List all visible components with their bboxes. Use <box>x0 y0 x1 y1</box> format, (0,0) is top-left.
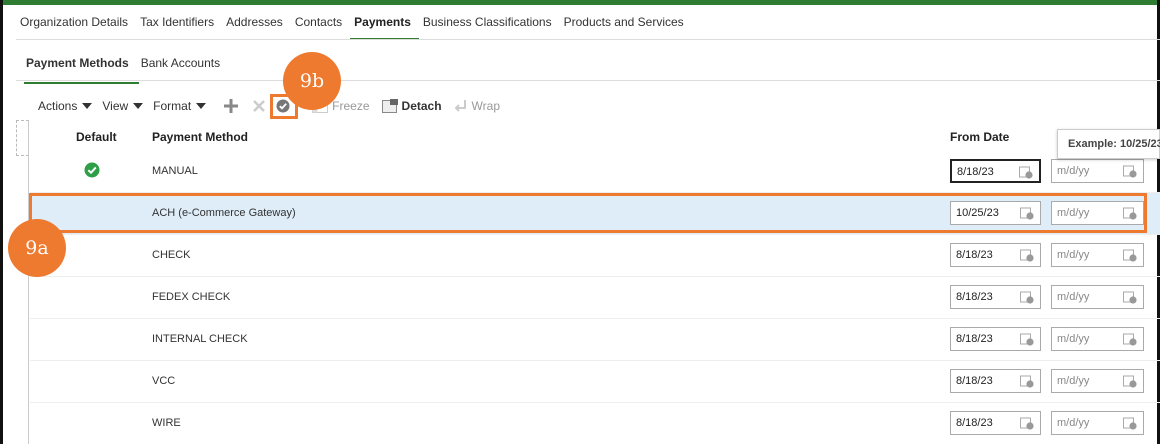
tab-organization-details[interactable]: Organization Details <box>16 12 136 40</box>
from-date-field[interactable]: 8/18/23 <box>950 327 1041 351</box>
wrap-button[interactable]: Wrap <box>454 99 500 113</box>
tooltip-text: Example: 10/25/23 <box>1068 138 1160 150</box>
calendar-icon[interactable] <box>1019 165 1033 179</box>
calendar-icon[interactable] <box>1123 374 1137 388</box>
wrap-label: Wrap <box>471 99 500 113</box>
wrap-icon <box>454 100 466 112</box>
tab-addresses[interactable]: Addresses <box>222 12 291 40</box>
from-date-value: 8/18/23 <box>956 375 993 387</box>
actions-menu[interactable]: Actions <box>38 99 93 113</box>
actions-menu-label: Actions <box>38 99 78 113</box>
to-date-placeholder: m/d/yy <box>1057 291 1090 303</box>
detach-button[interactable]: Detach <box>381 99 442 113</box>
payment-method-cell: CHECK <box>152 249 191 261</box>
callout-badge-9a: 9a <box>8 219 66 277</box>
payment-method-cell: VCC <box>152 375 176 387</box>
format-menu[interactable]: Format <box>153 99 207 113</box>
view-menu[interactable]: View <box>102 99 144 113</box>
default-check-icon <box>84 162 100 178</box>
from-date-value: 8/18/23 <box>956 417 993 429</box>
to-date-placeholder: m/d/yy <box>1057 249 1090 261</box>
to-date-field[interactable]: m/d/yy <box>1051 327 1144 351</box>
sub-tab-divider <box>16 80 1160 81</box>
tab-tax-identifiers[interactable]: Tax Identifiers <box>136 12 222 40</box>
from-date-value: 8/18/23 <box>956 291 993 303</box>
from-date-value: 8/18/23 <box>956 249 993 261</box>
tab-products-and-services[interactable]: Products and Services <box>560 12 692 40</box>
add-icon[interactable] <box>222 97 240 115</box>
calendar-icon[interactable] <box>1020 248 1034 262</box>
row-selector-column <box>16 120 29 444</box>
payment-method-cell: FEDEX CHECK <box>152 291 231 303</box>
callout-highlight-9a <box>29 193 1147 233</box>
tab-contacts[interactable]: Contacts <box>291 12 350 40</box>
calendar-icon[interactable] <box>1020 290 1034 304</box>
to-date-placeholder: m/d/yy <box>1057 333 1090 345</box>
calendar-icon[interactable] <box>1020 374 1034 388</box>
payment-method-cell: MANUAL <box>152 165 198 177</box>
calendar-icon[interactable] <box>1020 332 1034 346</box>
tab-business-classifications[interactable]: Business Classifications <box>419 12 560 40</box>
calendar-icon[interactable] <box>1123 332 1137 346</box>
view-menu-label: View <box>102 99 129 113</box>
to-date-placeholder: m/d/yy <box>1057 165 1090 177</box>
date-format-tooltip: Example: 10/25/23 <box>1057 129 1160 159</box>
to-date-placeholder: m/d/yy <box>1057 417 1090 429</box>
from-date-value: 8/18/23 <box>957 166 994 178</box>
to-date-field[interactable]: m/d/yy <box>1051 369 1144 393</box>
tab-divider <box>16 39 1160 40</box>
window-left-border <box>0 0 3 444</box>
column-header-default[interactable]: Default <box>76 130 117 144</box>
payment-method-cell: WIRE <box>152 417 181 429</box>
calendar-icon[interactable] <box>1123 416 1137 430</box>
to-date-field[interactable]: m/d/yy <box>1051 243 1144 267</box>
calendar-icon[interactable] <box>1123 248 1137 262</box>
column-header-from-date[interactable]: From Date <box>950 130 1009 144</box>
top-tab-bar: Organization Details Tax Identifiers Add… <box>16 12 692 40</box>
to-date-field[interactable]: m/d/yy <box>1051 159 1144 183</box>
payment-method-cell: INTERNAL CHECK <box>152 333 248 345</box>
chevron-down-icon <box>82 103 93 109</box>
table-row[interactable]: INTERNAL CHECK 8/18/23 m/d/yy <box>30 319 1160 361</box>
delete-icon[interactable] <box>250 97 268 115</box>
to-date-placeholder: m/d/yy <box>1057 375 1090 387</box>
from-date-field[interactable]: 8/18/23 <box>950 159 1041 183</box>
calendar-icon[interactable] <box>1020 416 1034 430</box>
from-date-field[interactable]: 8/18/23 <box>950 369 1041 393</box>
table-row[interactable]: VCC 8/18/23 m/d/yy <box>30 361 1160 403</box>
from-date-value: 8/18/23 <box>956 333 993 345</box>
table-row[interactable]: MANUAL 8/18/23 m/d/yy <box>30 151 1160 193</box>
to-date-field[interactable]: m/d/yy <box>1051 411 1144 435</box>
calendar-icon[interactable] <box>1123 290 1137 304</box>
tab-payments[interactable]: Payments <box>350 12 419 40</box>
from-date-field[interactable]: 8/18/23 <box>950 285 1041 309</box>
calendar-icon[interactable] <box>1123 164 1137 178</box>
chevron-down-icon <box>133 103 144 109</box>
table-row[interactable]: CHECK 8/18/23 m/d/yy <box>30 235 1160 277</box>
from-date-field[interactable]: 8/18/23 <box>950 243 1041 267</box>
table-row[interactable]: WIRE 8/18/23 m/d/yy <box>30 403 1160 444</box>
freeze-label: Freeze <box>332 99 370 113</box>
chevron-down-icon <box>196 103 207 109</box>
window-top-border <box>0 0 1160 5</box>
to-date-field[interactable]: m/d/yy <box>1051 285 1144 309</box>
callout-badge-9b: 9b <box>283 52 341 110</box>
detach-label: Detach <box>401 99 442 113</box>
table-row[interactable]: FEDEX CHECK 8/18/23 m/d/yy <box>30 277 1160 319</box>
format-menu-label: Format <box>153 99 192 113</box>
detach-icon <box>381 99 398 113</box>
from-date-field[interactable]: 8/18/23 <box>950 411 1041 435</box>
column-header-payment-method[interactable]: Payment Method <box>152 130 248 144</box>
